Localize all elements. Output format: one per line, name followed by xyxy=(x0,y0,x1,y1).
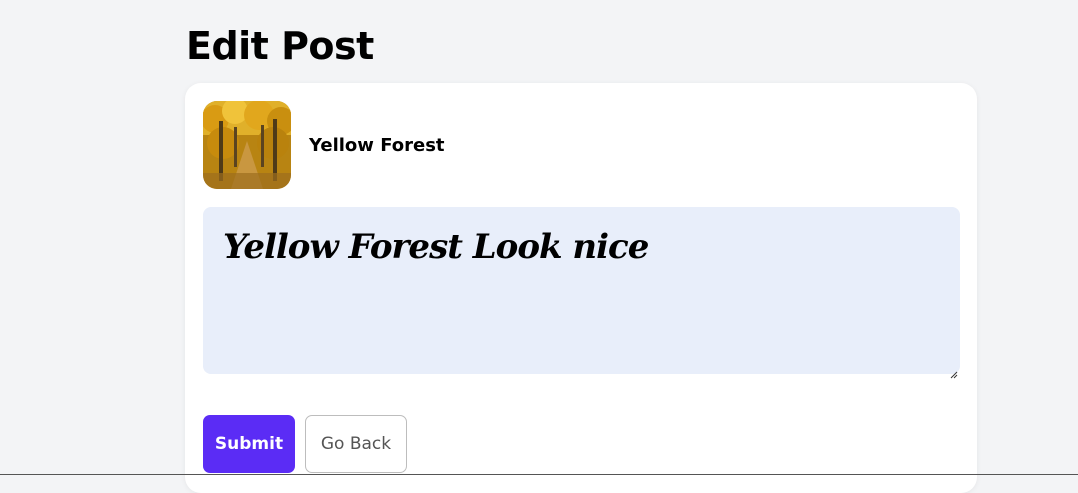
page-title: Edit Post xyxy=(186,24,374,68)
post-name: Yellow Forest xyxy=(309,134,445,156)
form-actions: Submit Go Back xyxy=(203,415,407,473)
caption-text: Yellow Forest Look nice xyxy=(223,227,649,267)
go-back-button[interactable]: Go Back xyxy=(305,415,407,473)
caption-textarea[interactable]: Yellow Forest Look nice xyxy=(203,207,960,379)
resize-handle-icon[interactable] xyxy=(950,364,958,379)
edit-post-card: Yellow Forest Yellow Forest Look nice Su… xyxy=(185,83,977,493)
submit-button[interactable]: Submit xyxy=(203,415,295,473)
post-header: Yellow Forest xyxy=(203,101,445,189)
post-thumbnail xyxy=(203,101,291,189)
